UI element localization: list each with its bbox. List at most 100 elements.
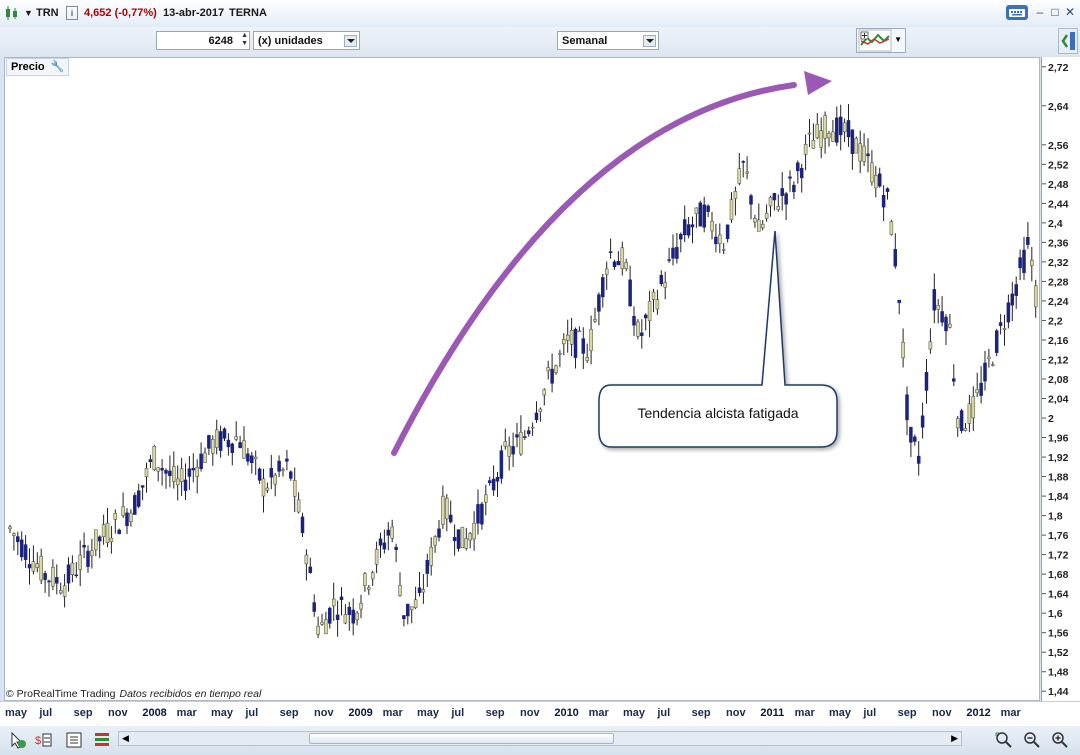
x-tick-label: jul (657, 707, 671, 719)
candle-down (983, 362, 987, 382)
close-icon[interactable]: ✕ (1061, 4, 1079, 21)
price-axis[interactable]: 2,72 2,64 2,56 2,52 2,48 2,44 2,4 2,36 2,32 2,28 2… (1041, 57, 1080, 701)
candle-down (838, 116, 843, 136)
info-icon[interactable]: i (66, 6, 78, 20)
x-tick-label: mar (794, 707, 815, 719)
candle-up (367, 587, 371, 590)
candle-down (140, 485, 145, 488)
candle-down (160, 468, 164, 471)
zoom-out-icon[interactable] (1022, 730, 1042, 750)
instrument-name: TERNA (229, 7, 267, 19)
dropdown-arrow-icon[interactable]: ▼ (24, 8, 33, 18)
y-tick-label: 2,2 (1048, 315, 1063, 327)
candles-icon[interactable] (4, 5, 20, 21)
candle-down (905, 394, 909, 421)
candle-down (148, 459, 153, 463)
candle-up (484, 494, 488, 503)
candle-down (246, 453, 250, 462)
candlestick-plot[interactable] (4, 57, 1040, 701)
candle-down (43, 573, 47, 580)
zoom-fit-icon[interactable] (994, 730, 1014, 750)
candle-down (835, 117, 839, 143)
candle-up (569, 330, 574, 345)
y-tick-label: 1,6 (1048, 608, 1063, 620)
bars-icon[interactable] (92, 730, 112, 750)
price-chart[interactable] (4, 57, 1040, 701)
keyboard-icon[interactable] (1006, 5, 1028, 20)
x-tick-label: 2009 (348, 707, 373, 719)
y-tick-label: 2,16 (1048, 335, 1069, 347)
side-panel-icon[interactable] (1058, 28, 1078, 54)
units-select[interactable]: (x) unidades (253, 31, 360, 50)
candle-up (991, 364, 995, 366)
candle-up (179, 468, 184, 483)
candle-up (242, 440, 246, 459)
candle-down (19, 539, 24, 558)
candle-down (1026, 236, 1030, 245)
candle-down (1010, 293, 1015, 306)
candle-down (448, 514, 453, 523)
candle-up (1002, 328, 1007, 331)
horizontal-scrollbar[interactable]: ◀ ▶ (118, 731, 962, 746)
candle-up (519, 431, 523, 455)
candle-down (347, 606, 352, 615)
zoom-in-icon[interactable] (1050, 730, 1070, 750)
x-tick-label: mar (382, 707, 403, 719)
y-tick-label: 2,32 (1048, 257, 1069, 269)
candle-down (924, 372, 929, 391)
x-tick-label: jul (863, 707, 877, 719)
y-tick-label: 2,28 (1048, 276, 1069, 288)
y-tick-label: 2,08 (1048, 374, 1069, 386)
chevron-down-icon[interactable]: ▼ (894, 35, 902, 44)
candle-down (74, 574, 79, 577)
quantity-stepper[interactable]: 6248 ▲ ▼ (156, 31, 250, 50)
candle-down (437, 528, 441, 538)
candle-down (511, 446, 515, 455)
list-icon[interactable] (64, 730, 84, 750)
candle-up (94, 529, 98, 551)
x-tick-label: 2010 (554, 707, 579, 719)
copyright-line: © ProRealTime Trading Datos recibidos en … (6, 688, 261, 700)
stepper-arrows-icon[interactable]: ▲ ▼ (241, 32, 248, 48)
y-tick-label: 2,48 (1048, 179, 1069, 191)
drawing-icon[interactable]: $ (34, 730, 54, 750)
candle-up (585, 357, 589, 361)
y-tick-label: 2,72 (1048, 62, 1069, 74)
x-tick-label: may (417, 707, 440, 719)
bottom-toolbar: $ ◀ ▶ (0, 726, 1080, 755)
candle-down (250, 455, 254, 464)
candle-down (23, 544, 28, 560)
candle-down (780, 188, 784, 196)
candle-up (562, 338, 566, 345)
candle-down (909, 426, 913, 443)
candle-down (285, 458, 289, 462)
candle-up (776, 205, 781, 211)
candle-down (328, 607, 332, 624)
candle-down (796, 162, 800, 172)
scroll-right-icon[interactable]: ▶ (951, 732, 958, 745)
price-panel-label[interactable]: Precio 🔧 (6, 58, 70, 76)
annotation-callout[interactable]: Tendencia alcista fatigada (599, 385, 837, 447)
scroll-left-icon[interactable]: ◀ (122, 732, 129, 745)
scrollbar-thumb[interactable] (309, 733, 614, 744)
candle-up (253, 456, 258, 460)
period-select[interactable]: Semanal (557, 31, 659, 50)
candle-up (815, 123, 820, 139)
candle-down (959, 410, 964, 431)
candle-down (133, 495, 137, 515)
candle-down (308, 566, 313, 574)
candle-up (538, 408, 543, 412)
candle-down (495, 476, 500, 482)
candle-down (269, 468, 274, 478)
candle-down (300, 516, 305, 534)
symbol-label[interactable]: TRN (36, 7, 59, 19)
chevron-down-icon[interactable] (344, 35, 357, 47)
time-axis[interactable]: may jul sep nov 2008 mar may jul sep nov 2009 mar ma… (0, 701, 1080, 727)
cursor-icon[interactable] (8, 730, 28, 750)
candle-up (70, 562, 75, 576)
candle-up (764, 212, 769, 219)
wrench-icon[interactable]: 🔧 (51, 61, 65, 73)
chevron-down-icon[interactable] (643, 35, 656, 47)
indicator-button[interactable]: ▼ (856, 28, 906, 53)
candle-down (499, 450, 504, 479)
